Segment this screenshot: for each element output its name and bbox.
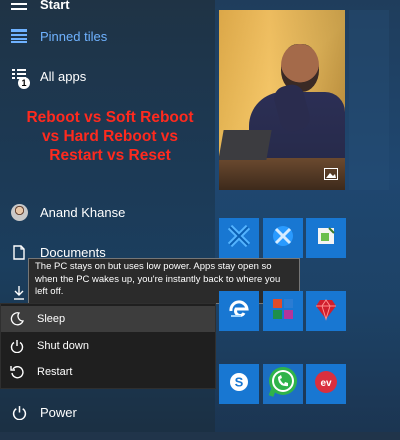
office-icon xyxy=(271,297,295,326)
moon-icon xyxy=(9,311,25,327)
power-options-menu: Sleep Shut down Restart xyxy=(0,303,216,389)
windows-store-tile[interactable] xyxy=(263,218,303,258)
skype-icon: S xyxy=(228,371,250,398)
whatsapp-tile[interactable] xyxy=(263,364,303,404)
avatar xyxy=(11,203,28,221)
edge-tile[interactable] xyxy=(219,291,259,331)
shutdown-label: Shut down xyxy=(37,340,89,352)
restart-label: Restart xyxy=(37,366,73,378)
power-item[interactable]: Power xyxy=(0,396,215,428)
ruby-app-tile[interactable] xyxy=(306,291,346,331)
restart-menu-item[interactable]: Restart xyxy=(1,359,215,385)
user-name-label: Anand Khanse xyxy=(40,204,126,220)
download-icon xyxy=(10,283,28,301)
whatsapp-icon xyxy=(266,365,300,404)
windows-tile-icon xyxy=(227,224,251,252)
photo-laptop xyxy=(219,130,272,160)
pinned-tiles-icon xyxy=(10,27,28,45)
start-header-item[interactable]: Start xyxy=(0,0,215,20)
photo-icon xyxy=(323,167,339,181)
expressvpn-icon: ev xyxy=(313,369,339,400)
windows-tile[interactable] xyxy=(219,218,259,258)
ruby-app-icon xyxy=(314,297,338,326)
sleep-menu-item[interactable]: Sleep xyxy=(1,306,215,332)
office-tile[interactable] xyxy=(263,291,303,331)
sticky-notes-icon xyxy=(315,225,337,252)
power-icon xyxy=(10,403,28,421)
all-apps-badge: 1 xyxy=(18,77,30,89)
svg-text:S: S xyxy=(235,374,244,389)
power-icon xyxy=(9,338,25,354)
skype-tile[interactable]: S xyxy=(219,364,259,404)
all-apps-label: All apps xyxy=(40,68,87,84)
photos-live-tile[interactable] xyxy=(219,10,345,190)
edge-icon xyxy=(227,297,251,326)
sleep-tooltip: The PC stays on but uses low power. Apps… xyxy=(28,258,300,304)
svg-text:ev: ev xyxy=(320,378,332,389)
taskbar-edge xyxy=(0,432,400,440)
expressvpn-tile[interactable]: ev xyxy=(306,364,346,404)
power-label: Power xyxy=(40,404,77,420)
hamburger-icon xyxy=(10,0,28,13)
sleep-label: Sleep xyxy=(37,313,66,325)
sticky-notes-tile[interactable] xyxy=(306,218,346,258)
tile-column-right xyxy=(349,10,389,190)
document-icon xyxy=(10,243,28,261)
all-apps-item[interactable]: 1 All apps xyxy=(0,60,215,92)
pinned-tiles-label: Pinned tiles xyxy=(40,28,108,44)
start-header-label: Start xyxy=(40,0,70,12)
user-account-item[interactable]: Anand Khanse xyxy=(0,196,215,228)
restart-icon xyxy=(9,364,25,380)
windows-store-icon xyxy=(271,224,295,253)
shutdown-menu-item[interactable]: Shut down xyxy=(1,333,215,359)
pinned-tiles-item[interactable]: Pinned tiles xyxy=(0,20,215,52)
article-headline: Reboot vs Soft Reboot vs Hard Reboot vs … xyxy=(26,109,194,164)
